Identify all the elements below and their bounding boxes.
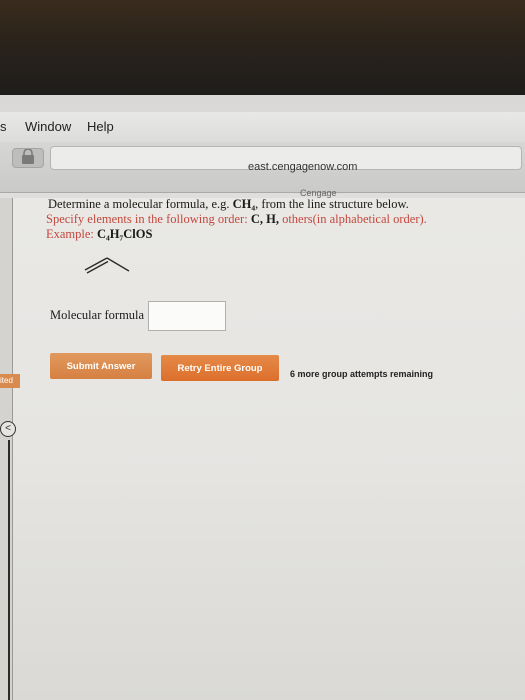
question-line-3: Example: C₄H₇ClOS [46,227,152,242]
question-text: Determine a molecular formula, e.g. [48,197,233,211]
order-elements: C, H, [250,212,279,226]
sidebar-divider [8,440,10,700]
order-text: Specify elements in the following order: [46,212,251,226]
question-text: , from the line structure below. [255,197,409,211]
attempts-remaining-text: 6 more group attempts remaining [290,369,434,379]
submit-answer-button[interactable]: Submit Answer [50,353,152,379]
example-formula: C₄H₇ClOS [97,227,153,241]
menu-bar: s Window Help [0,112,525,143]
order-text: others(in alphabetical order). [278,212,427,226]
molecular-formula-input[interactable] [148,301,226,331]
room-background [0,0,525,95]
question-line-2: Specify elements in the following order:… [46,212,427,227]
menu-item-partial[interactable]: s [0,119,7,134]
example-formula: CH₄ [232,197,256,211]
left-panel [0,198,13,700]
visited-tab[interactable]: ited [0,374,20,388]
question-line-1: Determine a molecular formula, e.g. CH₄,… [48,197,409,212]
molecular-formula-label: Molecular formula [50,308,145,322]
url-text: east.cengagenow.com [248,161,358,173]
example-label: Example: [46,227,98,241]
back-icon[interactable]: < [0,421,16,437]
lock-icon[interactable] [12,148,44,168]
menu-item-help[interactable]: Help [87,119,114,134]
retry-entire-group-button[interactable]: Retry Entire Group [161,355,279,381]
line-structure [84,257,130,274]
menu-item-window[interactable]: Window [25,119,71,134]
